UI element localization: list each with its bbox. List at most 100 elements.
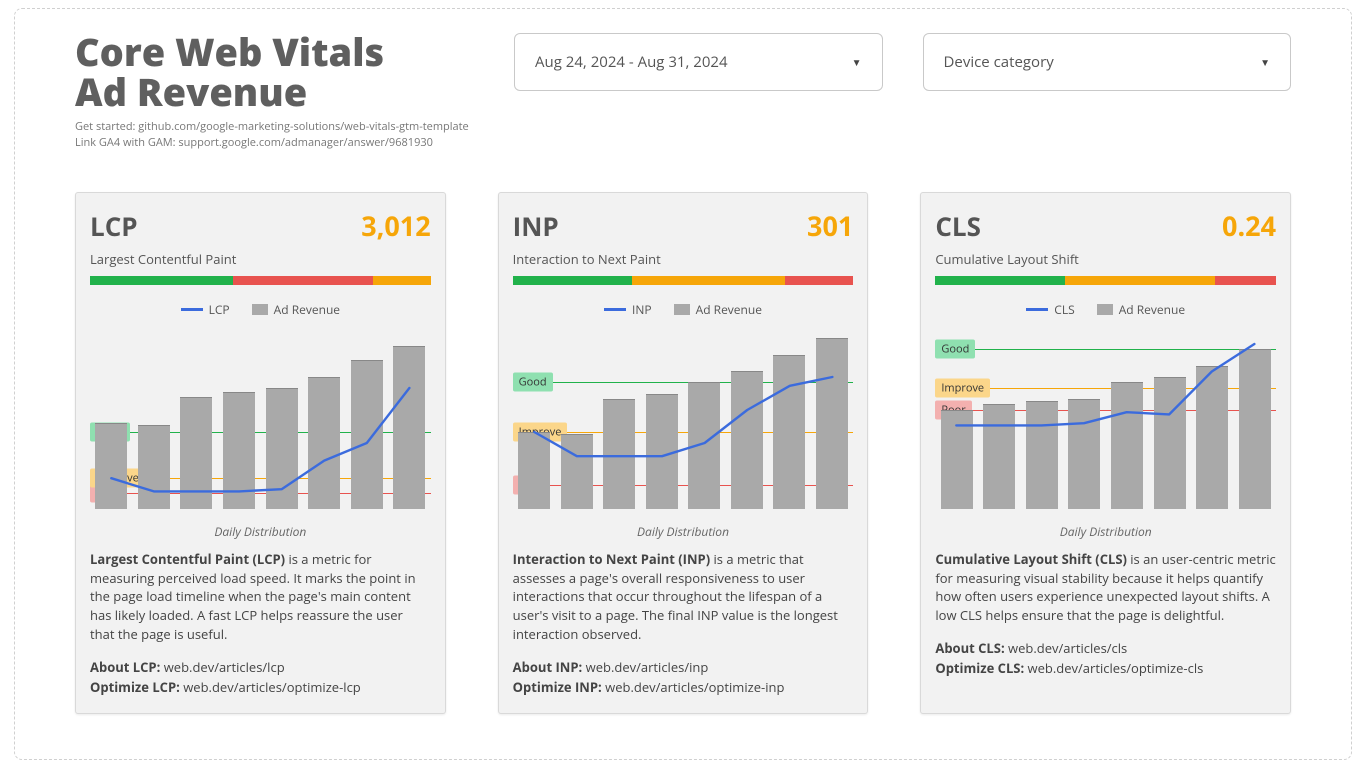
metric-description: Interaction to Next Paint (INP) is a met…: [513, 550, 854, 644]
legend-bar: Ad Revenue: [252, 301, 340, 318]
bar: [731, 371, 763, 509]
legend-bar-label: Ad Revenue: [1119, 301, 1185, 318]
chart-caption: Daily Distribution: [513, 523, 854, 540]
legend-line-label: INP: [632, 301, 652, 318]
metric-abbr: LCP: [90, 208, 138, 244]
title-block: Core Web Vitals Ad Revenue Get started: …: [75, 33, 474, 152]
bar: [138, 425, 170, 509]
threshold-seg-red: [1215, 276, 1276, 285]
bar: [1154, 377, 1186, 509]
bar: [223, 392, 255, 509]
bar: [603, 399, 635, 509]
link-ga4-gam[interactable]: Link GA4 with GAM: support.google.com/ad…: [75, 135, 474, 152]
threshold-seg-yellow: [1065, 276, 1215, 285]
about-link[interactable]: web.dev/articles/lcp: [164, 658, 285, 676]
chart-legend: CLS Ad Revenue: [935, 301, 1276, 318]
threshold-pill-good: Good: [935, 340, 975, 359]
bar: [561, 434, 593, 509]
bar: [266, 388, 298, 509]
chart-caption: Daily Distribution: [935, 523, 1276, 540]
dashboard-frame: Core Web Vitals Ad Revenue Get started: …: [14, 8, 1352, 760]
bar: [1026, 401, 1058, 509]
threshold-seg-red: [233, 276, 373, 285]
bar: [1111, 382, 1143, 509]
chart-zone: PoorImproveGood: [513, 322, 854, 517]
threshold-line-good: [935, 349, 1276, 350]
chart-zone: PoorImproveGood: [935, 322, 1276, 517]
bar: [1239, 349, 1271, 509]
caret-down-icon: ▼: [1260, 55, 1270, 69]
metric-value: 301: [807, 207, 853, 244]
card-header: LCP 3,012: [90, 207, 431, 244]
legend-line: LCP: [181, 301, 230, 318]
legend-bar: Ad Revenue: [1097, 301, 1185, 318]
line-swatch-icon: [181, 308, 203, 311]
bar: [1068, 399, 1100, 509]
date-range-value: Aug 24, 2024 - Aug 31, 2024: [535, 52, 728, 72]
about-link[interactable]: web.dev/articles/cls: [1008, 639, 1127, 657]
threshold-pill-improve: Improve: [935, 378, 990, 397]
legend-line-label: CLS: [1054, 301, 1074, 318]
get-started-link[interactable]: Get started: github.com/google-marketing…: [75, 119, 474, 136]
bar: [688, 382, 720, 509]
bar-swatch-icon: [252, 304, 268, 315]
threshold-seg-yellow: [632, 276, 785, 285]
caret-down-icon: ▼: [852, 55, 862, 69]
bar-swatch-icon: [1097, 304, 1113, 315]
threshold-bar: [90, 276, 431, 285]
card-header: INP 301: [513, 207, 854, 244]
threshold-seg-yellow: [373, 276, 431, 285]
header-sublinks: Get started: github.com/google-marketing…: [75, 119, 474, 152]
legend-line: INP: [604, 301, 652, 318]
card-header: CLS 0.24: [935, 207, 1276, 244]
chart-legend: INP Ad Revenue: [513, 301, 854, 318]
metric-full-name: Interaction to Next Paint: [513, 250, 854, 268]
metric-links: About CLS: web.dev/articles/cls Optimize…: [935, 639, 1276, 678]
bar: [180, 397, 212, 509]
device-category-value: Device category: [944, 52, 1054, 72]
metric-value: 3,012: [361, 207, 430, 244]
metric-card-lcp: LCP 3,012 Largest Contentful Paint LCP A…: [75, 192, 446, 714]
legend-line: CLS: [1026, 301, 1074, 318]
bar: [518, 432, 550, 509]
metric-description: Largest Contentful Paint (LCP) is a metr…: [90, 550, 431, 644]
date-range-dropdown[interactable]: Aug 24, 2024 - Aug 31, 2024 ▼: [514, 33, 882, 91]
bar: [1196, 366, 1228, 509]
metric-card-inp: INP 301 Interaction to Next Paint INP Ad…: [498, 192, 869, 714]
metric-abbr: CLS: [935, 208, 981, 244]
line-swatch-icon: [1026, 308, 1048, 311]
threshold-bar: [935, 276, 1276, 285]
title-line-2: Ad Revenue: [75, 66, 307, 118]
device-category-dropdown[interactable]: Device category ▼: [923, 33, 1291, 91]
bar: [646, 394, 678, 508]
bar-swatch-icon: [674, 304, 690, 315]
legend-bar-label: Ad Revenue: [696, 301, 762, 318]
about-link[interactable]: web.dev/articles/inp: [586, 658, 709, 676]
bar: [393, 346, 425, 509]
threshold-seg-green: [513, 276, 632, 285]
metric-abbr: INP: [513, 208, 559, 244]
page-title: Core Web Vitals Ad Revenue: [75, 33, 474, 113]
bar: [816, 338, 848, 509]
chart-caption: Daily Distribution: [90, 523, 431, 540]
bar: [773, 355, 805, 509]
legend-line-label: LCP: [209, 301, 230, 318]
metric-links: About INP: web.dev/articles/inp Optimize…: [513, 658, 854, 697]
optimize-link[interactable]: web.dev/articles/optimize-lcp: [183, 678, 361, 696]
bar: [95, 423, 127, 509]
legend-bar: Ad Revenue: [674, 301, 762, 318]
threshold-seg-green: [90, 276, 233, 285]
threshold-bar: [513, 276, 854, 285]
bar: [941, 410, 973, 509]
metric-card-cls: CLS 0.24 Cumulative Layout Shift CLS Ad …: [920, 192, 1291, 714]
metric-value: 0.24: [1222, 207, 1276, 244]
threshold-pill-good: Good: [513, 373, 553, 392]
optimize-link[interactable]: web.dev/articles/optimize-cls: [1028, 659, 1204, 677]
cards-row: LCP 3,012 Largest Contentful Paint LCP A…: [75, 192, 1291, 714]
bar: [308, 377, 340, 509]
chart-zone: PoorImproveGood: [90, 322, 431, 517]
threshold-seg-green: [935, 276, 1064, 285]
bar: [983, 404, 1015, 509]
optimize-link[interactable]: web.dev/articles/optimize-inp: [605, 678, 784, 696]
metric-description: Cumulative Layout Shift (CLS) is an user…: [935, 550, 1276, 625]
